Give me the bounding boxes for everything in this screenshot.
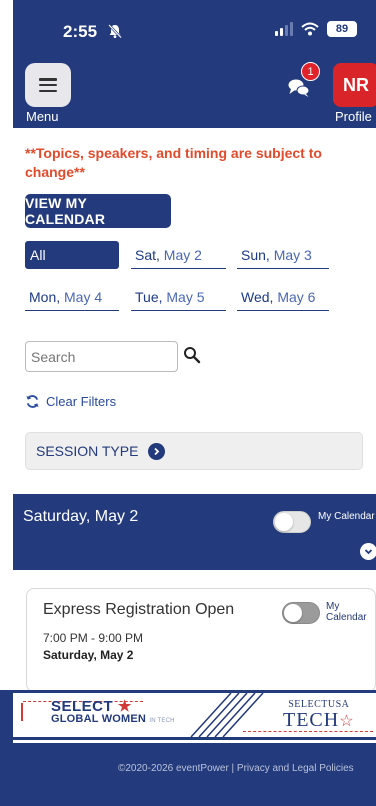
tab-date: May 4 — [60, 289, 103, 305]
logo-side-text: IN TECH — [149, 718, 175, 724]
session-type-filter[interactable]: SESSION TYPE — [25, 432, 363, 470]
app-screen: 2:55 89 Menu 1 NR Profile **Topics, spea… — [13, 0, 376, 806]
wifi-icon — [301, 22, 319, 36]
tab-day: Sat, — [135, 247, 160, 263]
tab-day: Wed, — [241, 289, 274, 305]
status-indicators: 89 — [275, 21, 357, 37]
banner-stripes — [190, 693, 264, 737]
tab-day: Tue, — [135, 289, 163, 305]
notification-badge: 1 — [301, 62, 320, 81]
my-calendar-toggle-day[interactable] — [273, 511, 311, 533]
day-section-title: Saturday, May 2 — [23, 508, 139, 525]
profile-label: Profile — [335, 109, 372, 124]
clear-filters-link[interactable]: Clear Filters — [25, 394, 116, 409]
hamburger-icon — [39, 78, 57, 92]
select-global-women-logo: SELECT ★ GLOBAL WOMEN IN TECH — [51, 699, 175, 727]
tab-mon-may-4[interactable]: Mon, May 4 — [25, 283, 119, 311]
session-date: Saturday, May 2 — [43, 648, 134, 662]
logo-text: TECH — [283, 709, 340, 731]
clear-filters-label: Clear Filters — [46, 394, 117, 409]
tab-sat-may-2[interactable]: Sat, May 2 — [131, 241, 226, 269]
toggle-knob — [284, 604, 302, 622]
selectusa-tech-logo: SELECTUSA TECH☆ — [283, 699, 355, 732]
session-time: 7:00 PM - 9:00 PM — [43, 631, 144, 645]
footer-links[interactable]: ©2020-2026 eventPower | Privacy and Lega… — [118, 763, 354, 774]
menu-label: Menu — [26, 109, 59, 124]
logo-text: GLOBAL WOMEN — [51, 713, 147, 725]
profile-button[interactable]: NR — [333, 63, 376, 107]
screen-edge — [0, 0, 13, 806]
my-calendar-label: My Calendar — [326, 601, 367, 623]
search-icon[interactable] — [183, 346, 201, 364]
tab-sun-may-3[interactable]: Sun, May 3 — [237, 241, 329, 269]
tab-date: May 5 — [162, 289, 205, 305]
menu-button[interactable] — [25, 63, 71, 107]
refresh-icon — [26, 395, 39, 408]
tab-wed-may-6[interactable]: Wed, May 6 — [237, 283, 329, 311]
screen-edge-bottom — [0, 690, 13, 806]
tab-tue-may-5[interactable]: Tue, May 5 — [131, 283, 226, 311]
schedule-notice: **Topics, speakers, and timing are subje… — [25, 145, 322, 180]
banner-decoration — [21, 703, 23, 721]
tab-day: Mon, — [29, 289, 61, 305]
view-my-calendar-button[interactable]: VIEW MY CALENDAR — [25, 194, 171, 228]
toggle-knob — [275, 513, 293, 531]
battery-icon: 89 — [327, 21, 357, 37]
session-type-label: SESSION TYPE — [36, 443, 139, 459]
tab-day: Sun, — [241, 247, 270, 263]
tab-date: May 3 — [269, 247, 312, 263]
status-time: 2:55 — [63, 22, 98, 41]
session-title: Express Registration Open — [43, 601, 235, 618]
my-calendar-label: My Calendar — [318, 511, 375, 522]
sponsor-banner[interactable]: SELECT ★ GLOBAL WOMEN IN TECH SELECTUSA … — [13, 690, 376, 740]
bell-muted-icon — [108, 24, 122, 39]
chevron-down-icon[interactable] — [360, 543, 376, 560]
signal-icon — [275, 22, 293, 36]
battery-level: 89 — [335, 23, 349, 35]
my-calendar-toggle-session[interactable] — [282, 602, 320, 624]
chevron-right-icon — [148, 442, 166, 460]
star-icon: ☆ — [339, 713, 355, 730]
app-header: 2:55 89 Menu 1 NR Profile — [13, 0, 376, 128]
tab-all-label: All — [30, 247, 46, 263]
page-footer: ©2020-2026 eventPower | Privacy and Lega… — [13, 743, 376, 806]
session-card[interactable]: Express Registration Open 7:00 PM - 9:00… — [26, 588, 376, 692]
tab-all[interactable]: All — [25, 241, 119, 269]
day-section-header: Saturday, May 2 — [13, 494, 376, 570]
tab-date: May 6 — [273, 289, 316, 305]
tab-date: May 2 — [159, 247, 202, 263]
search-input[interactable] — [25, 341, 178, 372]
